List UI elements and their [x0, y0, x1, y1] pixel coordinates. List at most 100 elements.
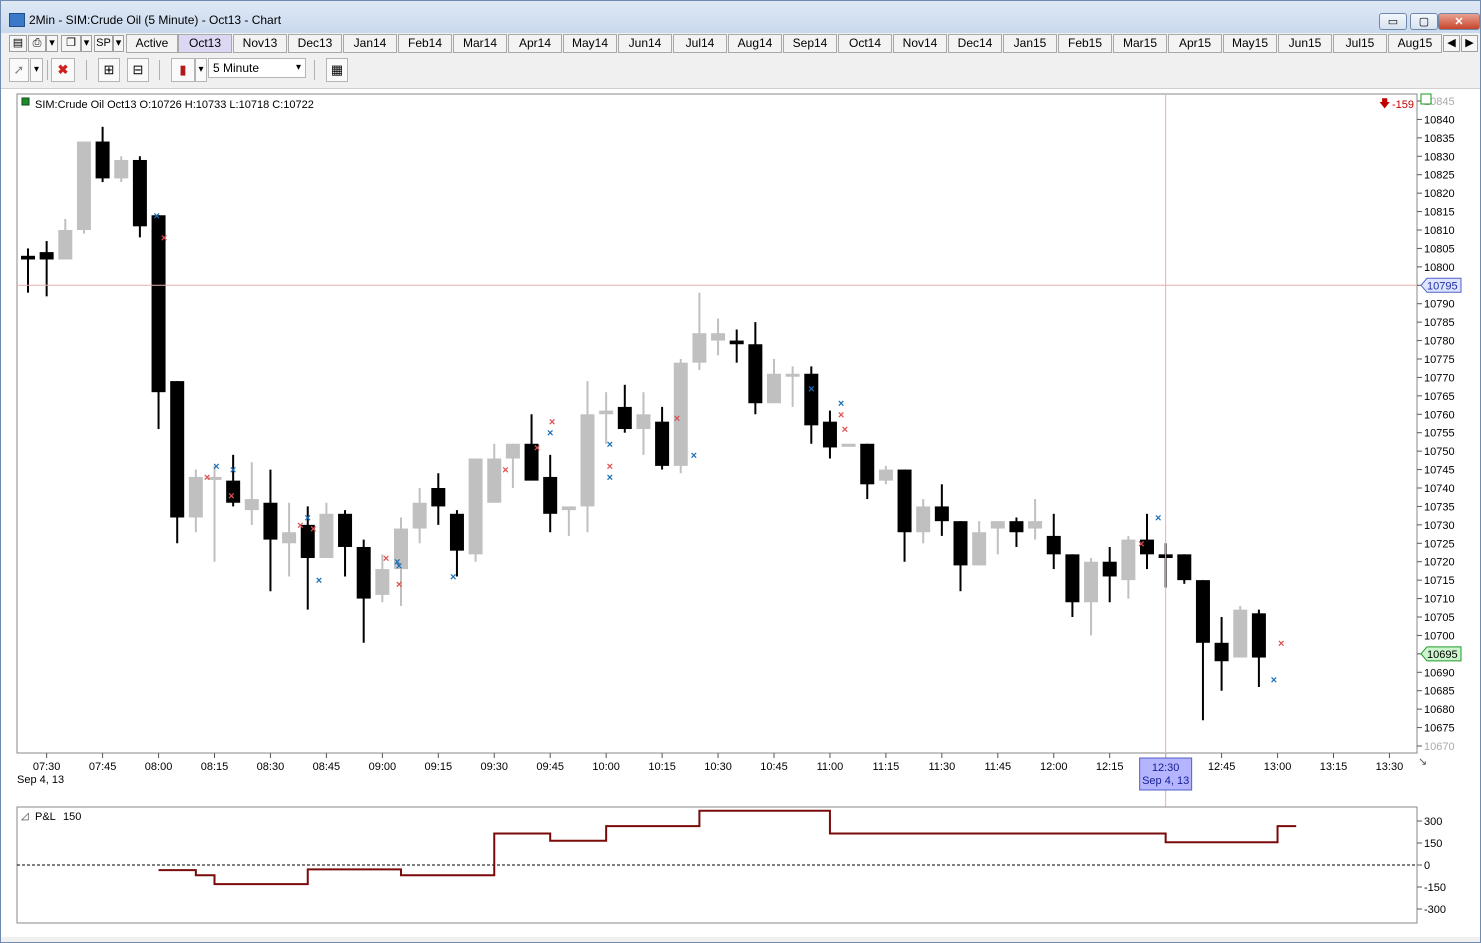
- y-tick-label: 10755: [1424, 428, 1455, 440]
- candle-body: [375, 569, 390, 595]
- x-tick-label: 09:15: [425, 761, 453, 773]
- crosshair-time-tag: 12:30 Sep 4, 13: [1139, 757, 1193, 791]
- y-tick-label: 10765: [1424, 391, 1455, 403]
- tab-jan15[interactable]: Jan15: [1003, 34, 1057, 53]
- trade-marker-icon: ×: [310, 524, 316, 536]
- tab-jun15[interactable]: Jun15: [1278, 34, 1332, 53]
- y-tick-label: 10775: [1424, 354, 1455, 366]
- trade-marker-icon: ×: [1278, 638, 1284, 650]
- tab-dec13[interactable]: Dec13: [288, 34, 342, 53]
- candle-body: [767, 373, 781, 404]
- tab-nov14[interactable]: Nov14: [893, 34, 947, 53]
- y-tick-label: 10835: [1424, 133, 1455, 145]
- zoom-in-icon[interactable]: ⊞: [98, 58, 120, 82]
- zoom-out-icon[interactable]: ⊟: [127, 58, 149, 82]
- trade-marker-icon: ×: [691, 450, 697, 462]
- candle-body: [1046, 535, 1061, 555]
- candle-body: [990, 521, 1005, 529]
- x-tick-label: 10:30: [704, 761, 732, 773]
- candle-body: [21, 255, 35, 260]
- tab-oct13[interactable]: Oct13: [178, 34, 232, 53]
- minimize-button[interactable]: ▭: [1379, 13, 1407, 30]
- x-tick-label: 08:00: [145, 761, 173, 773]
- tab-may15[interactable]: May15: [1223, 34, 1277, 53]
- tab-mar14[interactable]: Mar14: [453, 34, 507, 53]
- candle-body: [580, 414, 595, 507]
- close-window-button[interactable]: ✕: [1438, 13, 1480, 30]
- autoscale-icon[interactable]: [1420, 93, 1432, 105]
- pnl-tick-label: 0: [1424, 860, 1430, 872]
- chevron-down-icon[interactable]: ▾: [46, 35, 58, 52]
- y-tick-label: 10815: [1424, 207, 1455, 219]
- resize-corner-icon[interactable]: ↘: [1418, 756, 1427, 768]
- candlestick-icon[interactable]: ▮: [171, 58, 195, 82]
- tab-sep14[interactable]: Sep14: [783, 34, 837, 53]
- y-tick-label: 10735: [1424, 501, 1455, 513]
- tab-feb15[interactable]: Feb15: [1058, 34, 1112, 53]
- candle-body: [188, 476, 203, 518]
- y-tick-label: 10790: [1424, 299, 1455, 311]
- chart-area[interactable]: 10670 10675 10680 10685 10690 10695 10700 10705…: [1, 89, 1480, 937]
- x-tick-label: 09:30: [480, 761, 508, 773]
- chevron-down-icon[interactable]: ▾: [195, 58, 207, 82]
- y-tick-label: 10780: [1424, 336, 1455, 348]
- page-setup-icon[interactable]: ▤: [9, 35, 27, 52]
- interval-value: 5 Minute: [213, 61, 260, 75]
- clone-icon[interactable]: ❐: [61, 35, 81, 52]
- trade-marker-icon: ×: [534, 442, 540, 454]
- y-tick-label: 10670: [1424, 741, 1455, 753]
- print-icon[interactable]: ⎙: [28, 35, 46, 52]
- price-chart[interactable]: 10670 10675 10680 10685 10690 10695 10700 10705…: [1, 89, 1481, 937]
- candle-body: [431, 488, 446, 507]
- chart-window: 2Min - SIM:Crude Oil (5 Minute) - Oct13 …: [0, 0, 1481, 943]
- maximize-button[interactable]: ▢: [1410, 13, 1438, 30]
- tab-oct14[interactable]: Oct14: [838, 34, 892, 53]
- cursor-icon[interactable]: ➚: [9, 58, 29, 82]
- tab-mar15[interactable]: Mar15: [1113, 34, 1167, 53]
- trade-marker-icon: ×: [396, 579, 402, 591]
- tab-jan14[interactable]: Jan14: [343, 34, 397, 53]
- candle-body: [599, 410, 614, 415]
- tab-jul15[interactable]: Jul15: [1333, 34, 1387, 53]
- y-tick-label: 10690: [1424, 667, 1455, 679]
- tab-dec14[interactable]: Dec14: [948, 34, 1002, 53]
- y-tick-label: 10810: [1424, 225, 1455, 237]
- status-indicator-icon: [21, 97, 30, 106]
- candle-body: [39, 252, 54, 260]
- x-tick-label: 11:45: [984, 761, 1011, 773]
- pnl-value: 150: [63, 811, 81, 823]
- scroll-left-icon[interactable]: ◀: [1443, 35, 1460, 52]
- arrow-down-icon: 🡇: [1379, 98, 1390, 110]
- candle-body: [692, 333, 707, 363]
- tab-aug14[interactable]: Aug14: [728, 34, 782, 53]
- tab-apr15[interactable]: Apr15: [1168, 34, 1222, 53]
- candle-body: [1195, 580, 1210, 643]
- chevron-down-icon[interactable]: ▾: [113, 35, 124, 52]
- interval-select[interactable]: 5 Minute ▾: [208, 58, 306, 78]
- tab-feb14[interactable]: Feb14: [398, 34, 452, 53]
- chevron-down-icon[interactable]: ▾: [30, 58, 43, 82]
- trade-marker-icon: ×: [1138, 538, 1144, 550]
- candle-body: [114, 159, 129, 179]
- tab-aug15[interactable]: Aug15: [1388, 34, 1442, 53]
- tab-apr14[interactable]: Apr14: [508, 34, 562, 53]
- chevron-down-icon[interactable]: ▾: [81, 35, 92, 52]
- tab-active[interactable]: Active: [126, 34, 178, 53]
- tab-may14[interactable]: May14: [563, 34, 617, 53]
- close-red-icon[interactable]: ✖: [51, 58, 75, 82]
- y-tick-label: 10720: [1424, 557, 1455, 569]
- candle-body: [711, 333, 726, 341]
- scroll-right-icon[interactable]: ▶: [1461, 35, 1478, 52]
- tab-nov13[interactable]: Nov13: [233, 34, 287, 53]
- properties-icon[interactable]: ▦: [326, 58, 348, 82]
- app-chart-icon: [9, 13, 25, 27]
- x-tick-label: 09:00: [369, 761, 397, 773]
- candle-body: [505, 443, 520, 459]
- tab-jun14[interactable]: Jun14: [618, 34, 672, 53]
- candle-body: [972, 532, 987, 566]
- candle-body: [1251, 613, 1266, 658]
- instrument-selector[interactable]: SP: [94, 35, 113, 52]
- tab-jul14[interactable]: Jul14: [673, 34, 727, 53]
- last-price-tag: 10695: [1420, 646, 1462, 662]
- trade-marker-icon: ×: [297, 520, 303, 532]
